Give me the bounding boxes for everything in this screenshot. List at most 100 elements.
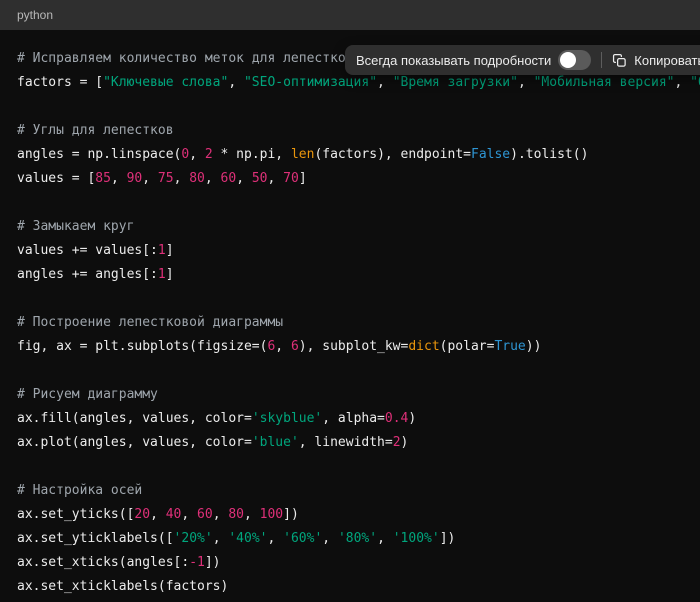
code-token: "Время загрузки" xyxy=(393,75,518,90)
copy-code-button[interactable]: Копировать код xyxy=(612,53,700,68)
code-content: # Исправляем количество меток для лепест… xyxy=(0,30,700,602)
code-token: , xyxy=(268,171,284,186)
code-token: 'blue' xyxy=(252,435,299,450)
code-token: # Углы для лепестков xyxy=(17,123,174,138)
code-token: , alpha= xyxy=(322,411,385,426)
code-token: '20%' xyxy=(174,531,213,546)
code-line: # Углы для лепестков xyxy=(17,119,683,143)
code-token: , xyxy=(518,75,534,90)
code-line: ax.set_yticklabels(['20%', '40%', '60%',… xyxy=(17,527,683,551)
code-token: 100 xyxy=(260,507,283,522)
code-token: 60 xyxy=(197,507,213,522)
copy-code-label: Копировать код xyxy=(634,53,700,68)
code-token: 85 xyxy=(95,171,111,186)
code-token: # Настройка осей xyxy=(17,483,142,498)
code-token: 80 xyxy=(189,171,205,186)
code-token: 90 xyxy=(127,171,143,186)
language-label: python xyxy=(17,9,53,21)
code-token: '40%' xyxy=(228,531,267,546)
code-token: False xyxy=(471,147,510,162)
code-token: 20 xyxy=(134,507,150,522)
code-token: ax.set_xticklabels(factors) xyxy=(17,579,228,594)
code-token: 6 xyxy=(291,339,299,354)
code-token: # Исправляем количество меток для лепест… xyxy=(17,51,354,66)
code-token: ]) xyxy=(283,507,299,522)
code-line: ax.fill(angles, values, color='skyblue',… xyxy=(17,407,683,431)
code-line: ax.set_xticklabels(factors) xyxy=(17,575,683,599)
code-token: ] xyxy=(166,267,174,282)
code-token: , xyxy=(275,339,291,354)
code-token: , xyxy=(174,171,190,186)
code-line: values = [85, 90, 75, 80, 60, 50, 70] xyxy=(17,167,683,191)
code-token: , linewidth= xyxy=(299,435,393,450)
code-token: 80 xyxy=(228,507,244,522)
code-token: factors = [ xyxy=(17,75,103,90)
code-token: ] xyxy=(299,171,307,186)
code-token: , xyxy=(228,75,244,90)
code-token: ax.fill(angles, values, color= xyxy=(17,411,252,426)
code-token: # Рисуем диаграмму xyxy=(17,387,158,402)
code-token: "Мобильная версия" xyxy=(534,75,675,90)
code-token: angles = np.linspace( xyxy=(17,147,181,162)
details-toggle[interactable] xyxy=(558,50,591,70)
code-token: 1 xyxy=(158,267,166,282)
code-line xyxy=(17,287,683,311)
code-token: 70 xyxy=(283,171,299,186)
code-token: ]) xyxy=(205,555,221,570)
code-token: , xyxy=(267,531,283,546)
code-token: # Замыкаем круг xyxy=(17,219,134,234)
code-token: ) xyxy=(401,435,409,450)
code-header: python xyxy=(0,0,700,30)
code-line: ax.set_xticks(angles[:-1]) xyxy=(17,551,683,575)
code-line: values += values[:1] xyxy=(17,239,683,263)
code-token: # Построение лепестковой диаграммы xyxy=(17,315,283,330)
code-token: )) xyxy=(526,339,542,354)
code-token: "От xyxy=(690,75,700,90)
code-line: # Построение лепестковой диаграммы xyxy=(17,311,683,335)
code-line: ax.set_yticks([20, 40, 60, 80, 100]) xyxy=(17,503,683,527)
code-token: , xyxy=(142,171,158,186)
code-line: ax.plot(angles, values, color='blue', li… xyxy=(17,431,683,455)
code-token: '100%' xyxy=(393,531,440,546)
code-token: 2 xyxy=(393,435,401,450)
code-token: 75 xyxy=(158,171,174,186)
toggle-knob xyxy=(560,52,576,68)
code-token: (factors), endpoint= xyxy=(314,147,471,162)
code-token: True xyxy=(494,339,525,354)
copy-icon xyxy=(612,53,627,68)
code-token: , xyxy=(322,531,338,546)
code-token: '80%' xyxy=(338,531,377,546)
code-line: angles += angles[:1] xyxy=(17,263,683,287)
code-token: , xyxy=(377,75,393,90)
code-token: ax.set_yticklabels([ xyxy=(17,531,174,546)
code-token: (polar= xyxy=(440,339,495,354)
code-token: 2 xyxy=(205,147,213,162)
code-token: ).tolist() xyxy=(510,147,588,162)
code-token: '60%' xyxy=(283,531,322,546)
code-lines: # Исправляем количество меток для лепест… xyxy=(17,47,683,599)
code-line: # Рисуем диаграмму xyxy=(17,383,683,407)
code-token: 60 xyxy=(221,171,237,186)
code-token: , xyxy=(111,171,127,186)
toolbar-divider xyxy=(601,52,602,68)
code-line: # Настройка осей xyxy=(17,479,683,503)
always-show-details-label: Всегда показывать подробности xyxy=(356,53,551,68)
code-token: values = [ xyxy=(17,171,95,186)
code-token: 1 xyxy=(158,243,166,258)
code-token: , xyxy=(674,75,690,90)
code-token: 40 xyxy=(166,507,182,522)
code-token: * np.pi, xyxy=(213,147,291,162)
code-token: , xyxy=(189,147,205,162)
code-token: , xyxy=(181,507,197,522)
code-block: python Всегда показывать подробности Коп… xyxy=(0,0,700,602)
code-token: , xyxy=(205,171,221,186)
code-line: # Замыкаем круг xyxy=(17,215,683,239)
code-token: -1 xyxy=(189,555,205,570)
code-token: "Ключевые слова" xyxy=(103,75,228,90)
code-token: 0.4 xyxy=(385,411,408,426)
code-line xyxy=(17,95,683,119)
code-token: ) xyxy=(408,411,416,426)
code-line xyxy=(17,359,683,383)
code-token: ] xyxy=(166,243,174,258)
code-token: , xyxy=(213,531,229,546)
